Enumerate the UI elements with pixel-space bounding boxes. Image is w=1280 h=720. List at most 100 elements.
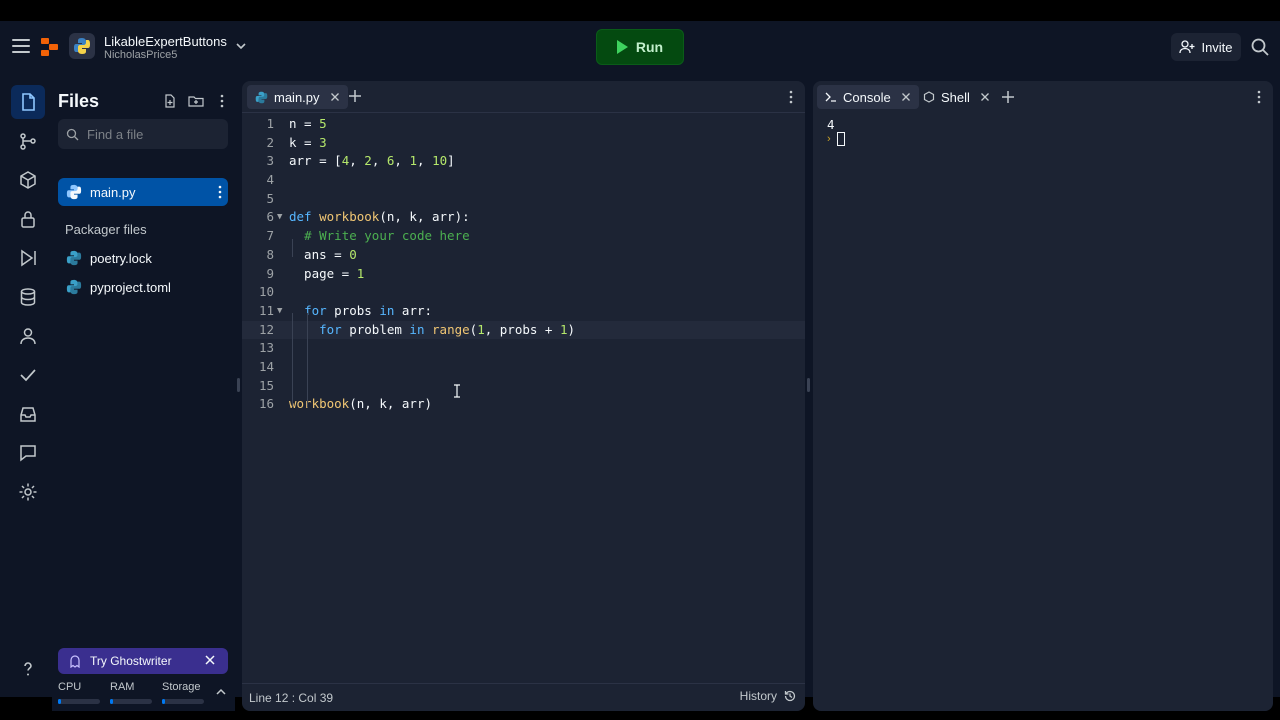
- history-label: History: [739, 689, 777, 703]
- checkmark-icon[interactable]: [11, 358, 45, 392]
- replit-workspace: LikableExpertButtons NicholasPrice5 Run …: [0, 21, 1280, 711]
- code-line: 6 ▼ def workbook(n, k, arr):: [242, 208, 805, 227]
- file-name: poetry.lock: [90, 250, 152, 266]
- find-file-box: [58, 119, 228, 149]
- files-more-icon[interactable]: [214, 93, 230, 109]
- tab-label: main.py: [274, 89, 320, 105]
- replit-logo-icon[interactable]: [40, 37, 60, 57]
- code-editor-pane: main.py 1n = 5 2k = 3 3 arr = [4, 2, 6, 1…: [242, 81, 805, 711]
- console-prompt[interactable]: ›: [827, 132, 845, 146]
- tool-rail: [0, 81, 50, 697]
- file-name: pyproject.toml: [90, 279, 171, 295]
- shell-icon: [923, 91, 935, 103]
- try-ghostwriter-banner[interactable]: Try Ghostwriter: [58, 648, 228, 674]
- add-tab-icon[interactable]: [348, 89, 362, 103]
- terminal-icon: [825, 92, 836, 102]
- code-line: 15: [258, 377, 274, 393]
- repl-name[interactable]: LikableExpertButtons: [104, 34, 227, 49]
- invite-button-label: Invite: [1201, 39, 1233, 55]
- chevron-down-icon[interactable]: [234, 39, 248, 53]
- packager-files-heading: Packager files: [65, 222, 147, 237]
- debugger-icon[interactable]: [11, 241, 45, 275]
- code-line: 16 workbook(n, k, arr): [258, 396, 433, 412]
- new-file-icon[interactable]: [162, 93, 178, 109]
- add-person-icon: [1179, 40, 1195, 54]
- ram-label: RAM: [110, 681, 135, 693]
- run-button[interactable]: Run: [596, 29, 684, 65]
- code-line: 9 page = 1: [266, 265, 365, 281]
- history-icon: [784, 690, 796, 702]
- close-icon[interactable]: [901, 92, 911, 102]
- play-icon: [616, 40, 628, 54]
- file-item-main-py[interactable]: main.py: [58, 178, 228, 206]
- secrets-lock-icon[interactable]: [11, 202, 45, 236]
- editor-more-icon[interactable]: [789, 90, 793, 104]
- code-line: 11 ▼ for probs in arr:: [242, 302, 805, 321]
- tab-main-py[interactable]: main.py: [247, 85, 348, 109]
- code-line: 10: [258, 284, 274, 300]
- close-icon[interactable]: [980, 92, 990, 102]
- help-icon[interactable]: [18, 659, 38, 679]
- python-file-icon: [255, 91, 268, 103]
- file-item-pyproject-toml[interactable]: pyproject.toml: [58, 273, 228, 301]
- code-line: 7 # Write your code here: [266, 228, 470, 244]
- tab-shell[interactable]: Shell: [915, 85, 998, 109]
- find-file-input[interactable]: [87, 126, 217, 142]
- console-pane: Console Shell 4 ›: [813, 81, 1273, 711]
- text-cursor-icon: [454, 384, 460, 398]
- search-icon[interactable]: [1250, 37, 1270, 57]
- code-line: 2k = 3: [266, 134, 327, 150]
- file-more-icon[interactable]: [218, 185, 222, 199]
- indent-guide: [307, 313, 308, 407]
- panel-resize-handle[interactable]: [237, 378, 240, 392]
- fold-arrow-icon[interactable]: ▼: [277, 302, 282, 321]
- fold-arrow-icon[interactable]: ▼: [277, 208, 282, 227]
- editor-tab-bar: main.py: [242, 81, 805, 113]
- new-folder-icon[interactable]: [188, 93, 204, 109]
- storage-meter: [162, 699, 204, 704]
- close-icon[interactable]: [204, 654, 216, 666]
- ram-meter: [110, 699, 152, 704]
- resource-usage[interactable]: CPU RAM Storage: [58, 681, 228, 709]
- code-line: 3 arr = [4, 2, 6, 1, 10]: [266, 153, 455, 169]
- file-item-poetry-lock[interactable]: poetry.lock: [58, 244, 228, 272]
- python-language-icon: [69, 33, 95, 59]
- code-line-active: 12 for problem in range(1, probs + 1): [242, 320, 805, 340]
- chevron-up-icon[interactable]: [215, 686, 227, 698]
- chat-icon[interactable]: [11, 436, 45, 470]
- cpu-meter: [58, 699, 100, 704]
- add-tab-icon[interactable]: [1001, 90, 1015, 104]
- search-icon: [66, 128, 79, 140]
- repl-owner[interactable]: NicholasPrice5: [104, 49, 177, 61]
- code-line: 13: [258, 340, 274, 356]
- tab-label: Console: [843, 89, 891, 105]
- menu-icon[interactable]: [12, 39, 30, 53]
- git-tool-icon[interactable]: [11, 124, 45, 158]
- files-actions: [162, 93, 230, 109]
- python-file-icon: [66, 250, 82, 266]
- file-name: main.py: [90, 184, 136, 200]
- console-output: 4: [827, 117, 835, 132]
- history-button[interactable]: History: [740, 689, 797, 703]
- panel-resize-handle[interactable]: [807, 378, 810, 392]
- python-file-icon: [66, 279, 82, 295]
- close-icon[interactable]: [330, 92, 340, 102]
- prompt-chevron-icon: ›: [827, 133, 831, 145]
- user-icon[interactable]: [11, 319, 45, 353]
- indent-guide: [292, 313, 293, 407]
- inbox-icon[interactable]: [11, 397, 45, 431]
- files-tool-icon[interactable]: [11, 85, 45, 119]
- storage-label: Storage: [162, 681, 201, 693]
- cursor-position[interactable]: Line 12 : Col 39: [249, 691, 333, 705]
- code-area[interactable]: 1n = 5 2k = 3 3 arr = [4, 2, 6, 1, 10] 4 …: [242, 115, 805, 414]
- gear-icon[interactable]: [11, 475, 45, 509]
- database-icon[interactable]: [11, 280, 45, 314]
- invite-button[interactable]: Invite: [1171, 33, 1241, 61]
- tab-console[interactable]: Console: [817, 85, 919, 109]
- files-panel-title: Files: [58, 91, 100, 111]
- code-line: 5: [266, 190, 274, 206]
- packages-tool-icon[interactable]: [11, 163, 45, 197]
- console-more-icon[interactable]: [1257, 90, 1261, 104]
- console-cursor: [836, 132, 845, 146]
- run-button-label: Run: [635, 39, 664, 55]
